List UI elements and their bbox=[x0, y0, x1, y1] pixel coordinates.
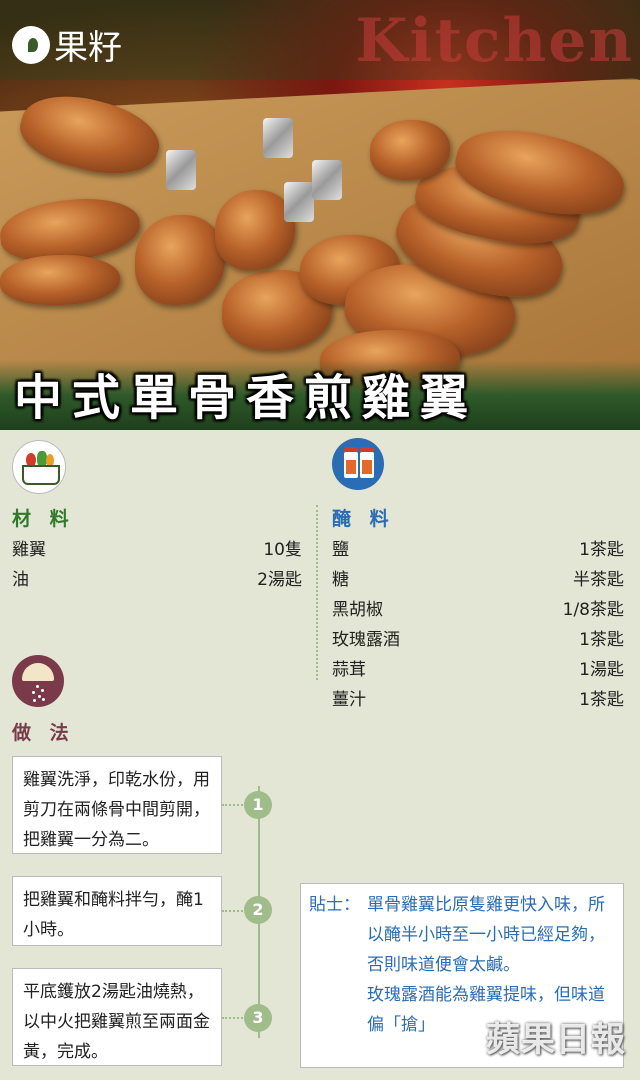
list-item: 鹽 1茶匙 bbox=[332, 532, 624, 562]
logo-icon bbox=[12, 25, 50, 64]
step-number-1: 1 bbox=[244, 791, 272, 819]
step-1-text: 雞翼洗淨，印乾水份，用剪刀在兩條骨中間剪開，把雞翼一分為二。 bbox=[12, 756, 222, 854]
section-divider bbox=[316, 505, 318, 680]
brand-name: 果籽 bbox=[54, 28, 122, 68]
item-name: 蒜茸 bbox=[332, 659, 366, 680]
item-amount: 半茶匙 bbox=[573, 569, 624, 590]
list-item: 蒜茸 1湯匙 bbox=[332, 652, 624, 682]
hero-photo: 果籽 Kitchen 中式單骨香煎雞翼 bbox=[0, 0, 640, 430]
kitchen-label: Kitchen bbox=[355, 6, 634, 76]
list-item: 黑胡椒 1/8茶匙 bbox=[332, 592, 624, 622]
shaker-icon bbox=[12, 655, 64, 707]
list-item: 薑汁 1茶匙 bbox=[332, 682, 624, 712]
item-amount: 1/8茶匙 bbox=[562, 599, 624, 620]
jar-icon bbox=[332, 438, 384, 490]
chicken-wing bbox=[135, 215, 225, 305]
chicken-wing bbox=[370, 120, 450, 180]
chicken-wing bbox=[0, 255, 120, 305]
tip-label: 貼士： bbox=[309, 895, 360, 915]
item-amount: 2湯匙 bbox=[257, 569, 302, 590]
ingredients-title: 材 料 bbox=[12, 508, 75, 530]
step-3-text: 平底鑊放2湯匙油燒熱，以中火把雞翼煎至兩面金黃，完成。 bbox=[12, 968, 222, 1066]
item-amount: 10隻 bbox=[263, 539, 302, 560]
foil-wrap bbox=[312, 160, 342, 200]
item-name: 玫瑰露酒 bbox=[332, 629, 400, 650]
marinade-title: 醃 料 bbox=[332, 508, 395, 530]
item-name: 油 bbox=[12, 569, 29, 590]
item-amount: 1湯匙 bbox=[579, 659, 624, 680]
foil-wrap bbox=[166, 150, 196, 190]
item-amount: 1茶匙 bbox=[579, 689, 624, 710]
dish-title: 中式單骨香煎雞翼 bbox=[14, 370, 479, 426]
item-name: 雞翼 bbox=[12, 539, 46, 560]
method-title: 做 法 bbox=[12, 722, 75, 744]
item-amount: 1茶匙 bbox=[579, 629, 624, 650]
list-item: 玫瑰露酒 1茶匙 bbox=[332, 622, 624, 652]
step-number-3: 3 bbox=[244, 1004, 272, 1032]
basket-icon bbox=[12, 440, 66, 494]
ingredients-list: 雞翼 10隻油 2湯匙 bbox=[12, 532, 302, 592]
tip-paragraph: 單骨雞翼比原隻雞更快入味，所以醃半小時至一小時已經足夠，否則味道便會太鹹。 bbox=[367, 895, 605, 975]
item-name: 黑胡椒 bbox=[332, 599, 383, 620]
chicken-wing bbox=[215, 190, 295, 270]
item-name: 鹽 bbox=[332, 539, 349, 560]
foil-wrap bbox=[263, 118, 293, 158]
brand-logo: 果籽 bbox=[12, 20, 122, 69]
list-item: 雞翼 10隻 bbox=[12, 532, 302, 562]
item-name: 糖 bbox=[332, 569, 349, 590]
list-item: 油 2湯匙 bbox=[12, 562, 302, 592]
list-item: 糖 半茶匙 bbox=[332, 562, 624, 592]
watermark-logo: 蘋果日報 bbox=[486, 1020, 626, 1060]
step-2-text: 把雞翼和醃料拌勻，醃1小時。 bbox=[12, 876, 222, 946]
item-name: 薑汁 bbox=[332, 689, 366, 710]
item-amount: 1茶匙 bbox=[579, 539, 624, 560]
step-number-2: 2 bbox=[244, 896, 272, 924]
marinade-list: 鹽 1茶匙糖半茶匙 黑胡椒 1/8茶匙 玫瑰露酒 1茶匙 蒜茸 1湯匙 薑汁 1茶匙 bbox=[332, 532, 624, 712]
foil-wrap bbox=[284, 182, 314, 222]
